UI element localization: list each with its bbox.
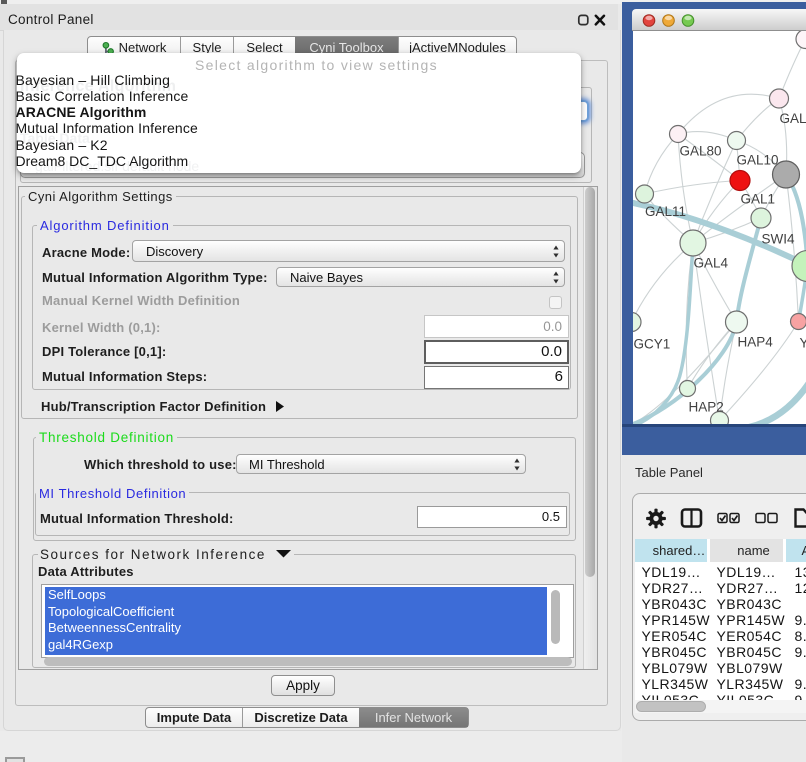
svg-text:SWI4: SWI4 — [761, 232, 794, 247]
svg-text:GAL1: GAL1 — [740, 192, 775, 207]
svg-text:GAL80: GAL80 — [679, 144, 721, 159]
svg-text:HAP4: HAP4 — [737, 335, 773, 350]
svg-text:HAP2: HAP2 — [688, 400, 723, 415]
svg-text:GCY1: GCY1 — [633, 337, 670, 352]
svg-text:GAL11: GAL11 — [645, 204, 686, 219]
svg-text:GAL4: GAL4 — [693, 256, 728, 271]
svg-text:Y: Y — [799, 336, 806, 351]
svg-text:GAL: GAL — [779, 111, 806, 126]
svg-text:GAL10: GAL10 — [736, 153, 778, 168]
